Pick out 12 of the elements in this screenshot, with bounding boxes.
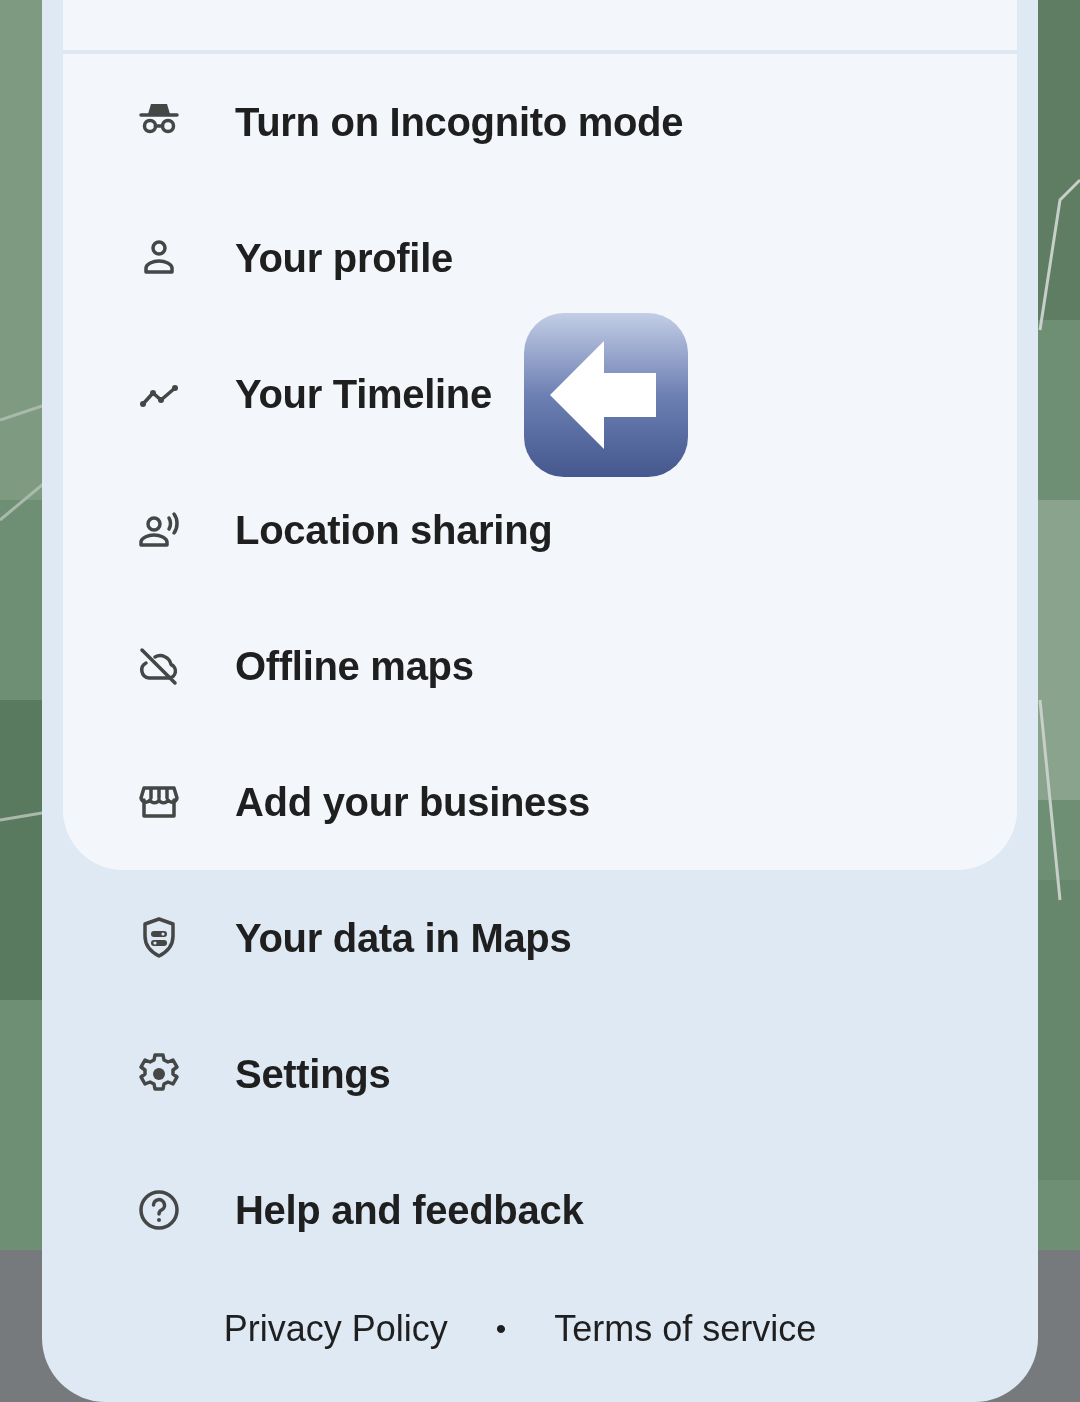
menu-item[interactable]: Turn on Incognito mode	[63, 54, 1017, 190]
privacy-policy-link[interactable]: Privacy Policy	[223, 1308, 448, 1350]
menu-item[interactable]: Offline maps	[63, 598, 1017, 734]
menu-item[interactable]: Add your business	[63, 734, 1017, 870]
menu-item[interactable]: Your Timeline	[63, 326, 1017, 462]
menu-item[interactable]: Help and feedback	[42, 1142, 1038, 1278]
menu-item[interactable]: Your profile	[63, 190, 1017, 326]
menu-item[interactable]: Location sharing	[63, 462, 1017, 598]
terms-of-service-link[interactable]: Terms of service	[554, 1308, 817, 1350]
menu-item[interactable]: Settings	[42, 1006, 1038, 1142]
menu-item[interactable]: Your data in Maps	[42, 870, 1038, 1006]
separator-dot: •	[495, 1312, 507, 1346]
